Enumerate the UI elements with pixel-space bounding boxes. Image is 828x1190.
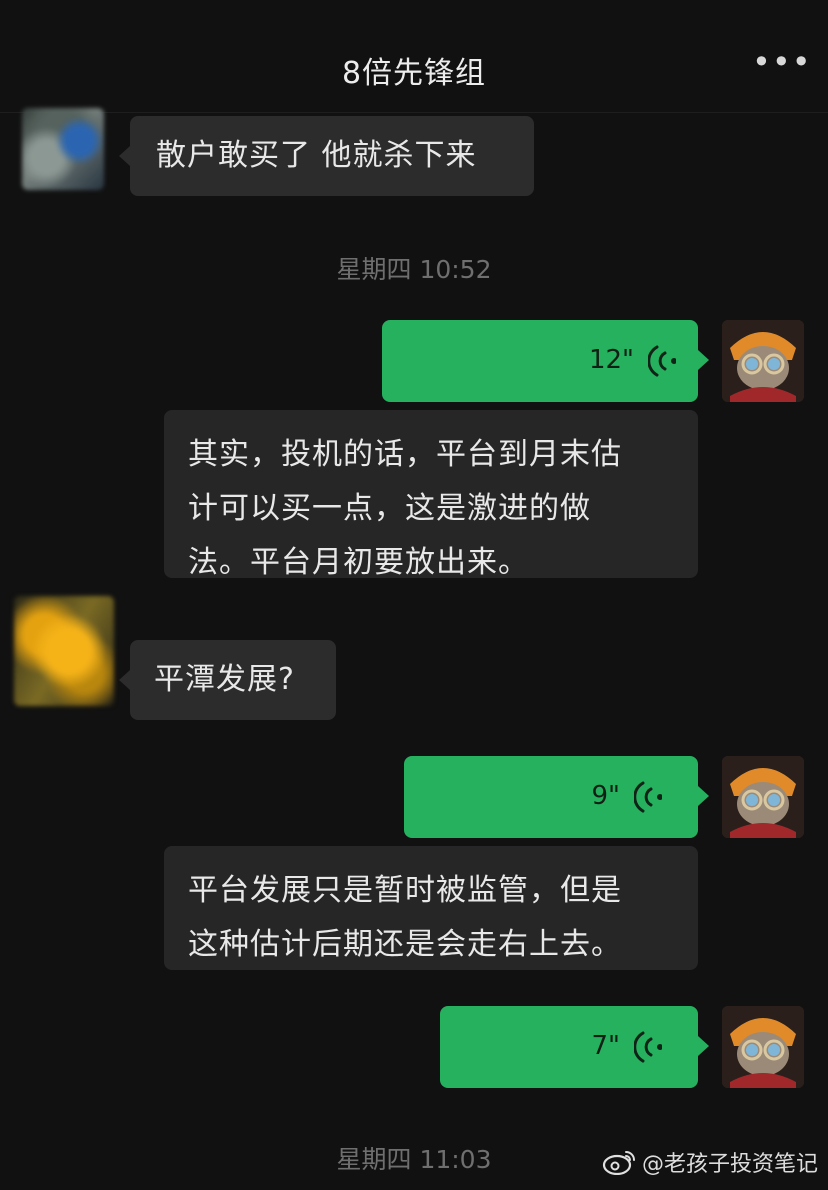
incoming-message[interactable]: 散户敢买了 他就杀下来: [119, 116, 534, 196]
voice-wave-icon: [634, 781, 662, 813]
voice-message[interactable]: 7": [440, 1006, 709, 1088]
transcript-line: 其实，投机的话，平台到月末估: [188, 437, 622, 472]
voice-duration: 12": [588, 345, 634, 375]
voice-transcript[interactable]: 其实，投机的话，平台到月末估 计可以买一点，这是激进的做 法。平台月初要放出来。: [164, 410, 698, 580]
transcript-line: 法。平台月初要放出来。: [188, 545, 529, 580]
message-text: 平潭发展?: [154, 662, 295, 697]
voice-wave-icon: [634, 1031, 662, 1063]
my-avatar[interactable]: [722, 756, 804, 838]
voice-message[interactable]: 12": [382, 320, 709, 402]
voice-wave-icon: [648, 345, 676, 377]
message-text: 散户敢买了 他就杀下来: [156, 138, 477, 173]
voice-duration: 9": [591, 781, 620, 811]
sender-avatar[interactable]: [22, 108, 104, 190]
transcript-line: 平台发展只是暂时被监管，但是: [188, 873, 622, 908]
transcript-line: 计可以买一点，这是激进的做: [188, 491, 591, 526]
watermark: @老孩子投资笔记: [602, 1146, 818, 1178]
transcript-line: 这种估计后期还是会走右上去。: [188, 927, 622, 962]
voice-duration: 7": [591, 1031, 620, 1061]
chat-header: 8倍先锋组 •••: [0, 0, 828, 113]
sender-avatar[interactable]: [14, 596, 114, 706]
voice-message[interactable]: 9": [404, 756, 709, 838]
weibo-icon: [602, 1151, 635, 1175]
incoming-message[interactable]: 平潭发展?: [119, 640, 336, 720]
watermark-text: @老孩子投资笔记: [641, 1152, 818, 1177]
cat-avatar-icon: [722, 1006, 804, 1088]
chat-title[interactable]: 8倍先锋组: [0, 48, 828, 92]
timestamp: 星期四 10:52: [336, 255, 492, 284]
more-options-button[interactable]: •••: [752, 46, 811, 80]
cat-avatar-icon: [722, 320, 804, 402]
my-avatar[interactable]: [722, 1006, 804, 1088]
voice-transcript[interactable]: 平台发展只是暂时被监管，但是 这种估计后期还是会走右上去。: [164, 846, 698, 970]
my-avatar[interactable]: [722, 320, 804, 402]
cat-avatar-icon: [722, 756, 804, 838]
